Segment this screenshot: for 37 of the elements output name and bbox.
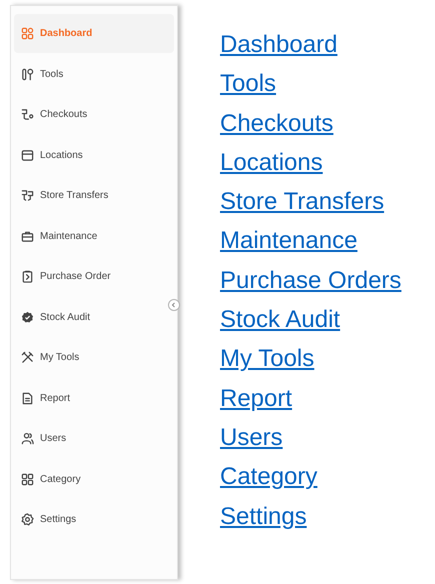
toolbox-icon: [21, 230, 34, 242]
grid-icon: [21, 472, 34, 486]
link[interactable]: Report: [220, 378, 292, 418]
users-icon: [21, 432, 34, 445]
sidebar-item[interactable]: Locations: [14, 136, 174, 174]
settings-icon: [21, 513, 34, 526]
link[interactable]: Maintenance: [220, 221, 358, 261]
grid-icon: [21, 27, 34, 40]
sidebar-item[interactable]: My Tools: [14, 338, 174, 377]
storefront-icon: [21, 148, 34, 162]
document-icon: [21, 392, 34, 404]
link[interactable]: Locations: [220, 142, 323, 182]
sidebar-item[interactable]: Purchase Order: [14, 257, 174, 296]
link[interactable]: Checkouts: [220, 104, 334, 143]
link[interactable]: My Tools: [220, 339, 314, 379]
sidebar-item[interactable]: Maintenance: [14, 216, 174, 256]
link[interactable]: Stock Audit: [220, 300, 340, 340]
tools-icon: [21, 68, 34, 80]
link[interactable]: Settings: [220, 496, 307, 536]
crossed-tools-icon: [21, 351, 34, 364]
sidebar-item[interactable]: Tools: [14, 54, 174, 94]
clipboard-icon: [21, 270, 34, 283]
sidebar-item[interactable]: Store Transfers: [14, 176, 174, 215]
sidebar-item[interactable]: Stock Audit: [14, 298, 174, 336]
sidebar-item[interactable]: Settings: [14, 500, 174, 539]
sidebar-item[interactable]: Checkouts: [14, 95, 174, 134]
sidebar-item[interactable]: Users: [14, 419, 174, 458]
link[interactable]: Users: [220, 418, 283, 458]
sidebar-item[interactable]: Report: [14, 378, 174, 418]
link[interactable]: Store Transfers: [220, 182, 384, 222]
link[interactable]: Purchase Orders: [220, 260, 402, 300]
badge-check-icon: [21, 310, 34, 324]
collapse-handle-icon[interactable]: [168, 299, 180, 311]
link[interactable]: Tools: [220, 64, 276, 104]
link[interactable]: Category: [220, 457, 318, 497]
sidebar-item[interactable]: Category: [14, 460, 174, 498]
link[interactable]: Dashboard: [220, 25, 338, 64]
